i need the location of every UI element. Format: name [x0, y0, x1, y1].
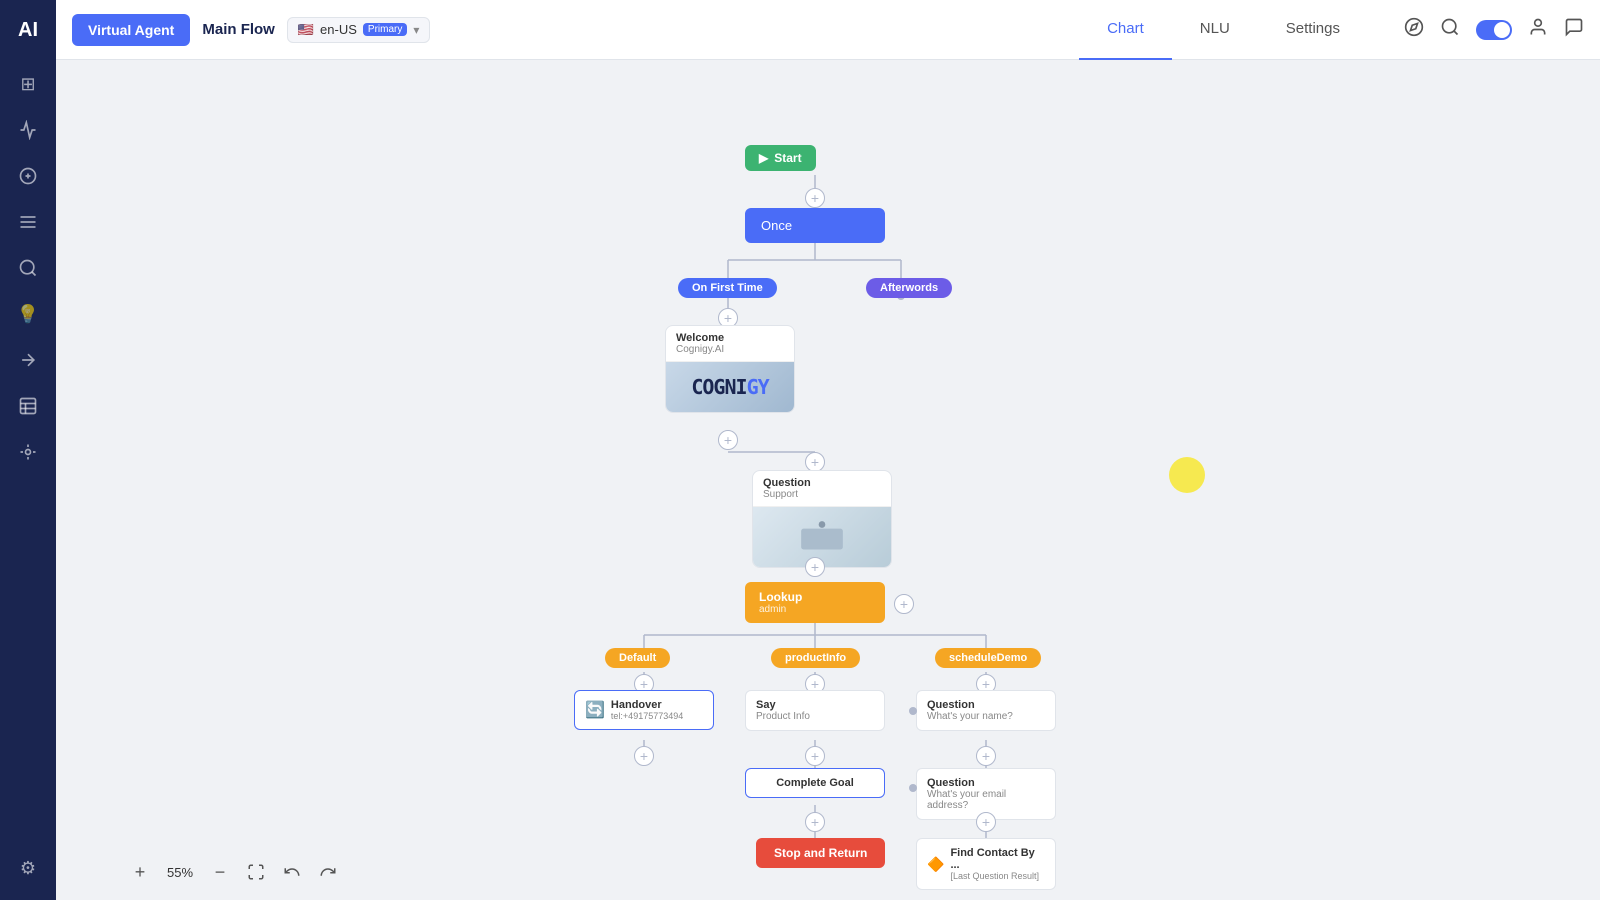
sidebar-item-flows[interactable] — [8, 110, 48, 150]
on-first-time-pill[interactable]: On First Time — [678, 278, 777, 298]
tab-nlu[interactable]: NLU — [1172, 0, 1258, 60]
stop-return-box[interactable]: Stop and Return — [756, 838, 885, 868]
question-name-node[interactable]: Question What's your name? — [916, 690, 1056, 731]
start-node[interactable]: ▶ Start — [745, 145, 816, 171]
plus-right-lookup[interactable]: + — [894, 594, 914, 614]
say-subtitle: Product Info — [756, 711, 874, 722]
handover-subtitle: tel:+49175773494 — [611, 711, 683, 721]
complete-goal-title: Complete Goal — [756, 777, 874, 789]
chart-canvas[interactable]: ▶ Start + Once On First Time Afterwords … — [56, 60, 1600, 900]
handover-text: Handover tel:+49175773494 — [611, 699, 683, 721]
find-contact-node[interactable]: 🔶 Find Contact By ... [Last Question Res… — [916, 838, 1056, 890]
sidebar-item-list[interactable] — [8, 202, 48, 242]
sidebar-item-logs[interactable] — [8, 386, 48, 426]
find-contact-subtitle: [Last Question Result] — [950, 871, 1045, 881]
sidebar-item-knowledge[interactable]: 💡 — [8, 294, 48, 334]
find-contact-title: Find Contact By ... — [950, 847, 1045, 871]
say-title: Say — [756, 699, 874, 711]
welcome-header: Welcome Cognigy.AI — [666, 326, 794, 362]
question-name-title: Question — [927, 699, 1045, 711]
sidebar-item-handover[interactable] — [8, 340, 48, 380]
toggle-switch[interactable] — [1476, 20, 1512, 40]
search-icon[interactable] — [1440, 17, 1460, 42]
plus-after-question-email[interactable]: + — [976, 812, 996, 832]
sidebar-item-nlu[interactable] — [8, 156, 48, 196]
plus-after-complete-goal[interactable]: + — [805, 812, 825, 832]
language-badge: Primary — [363, 23, 407, 36]
question-support-node[interactable]: Question Support — [752, 470, 892, 568]
language-selector[interactable]: 🇺🇸 en-US Primary ▾ — [287, 17, 431, 43]
lookup-node[interactable]: Lookup admin — [745, 582, 885, 623]
chevron-down-icon: ▾ — [413, 23, 419, 37]
lookup-subtitle: admin — [759, 604, 871, 615]
chat-icon[interactable] — [1564, 17, 1584, 42]
welcome-subtitle: Cognigy.AI — [676, 344, 784, 355]
main-content: Virtual Agent Main Flow 🇺🇸 en-US Primary… — [56, 0, 1600, 900]
product-info-pill[interactable]: productInfo — [771, 648, 860, 668]
question-support-header: Question Support — [753, 471, 891, 507]
undo-button[interactable] — [278, 858, 306, 886]
handover-icon: 🔄 — [585, 700, 605, 720]
play-icon: ▶ — [759, 151, 768, 165]
handover-node[interactable]: 🔄 Handover tel:+49175773494 — [574, 690, 714, 730]
find-contact-text: Find Contact By ... [Last Question Resul… — [950, 847, 1045, 881]
header-nav: Chart NLU Settings — [1079, 0, 1368, 60]
sidebar: AI ⊞ 💡 ⚙ — [0, 0, 56, 900]
virtual-agent-button[interactable]: Virtual Agent — [72, 14, 190, 46]
welcome-node[interactable]: Welcome Cognigy.AI COGNIGY — [665, 325, 795, 413]
find-contact-icon: 🔶 — [927, 856, 944, 873]
plus-after-say[interactable]: + — [805, 746, 825, 766]
tab-chart[interactable]: Chart — [1079, 0, 1172, 60]
welcome-title: Welcome — [676, 332, 784, 344]
welcome-img: COGNIGY — [666, 362, 794, 412]
once-box[interactable]: Once — [745, 208, 885, 243]
sidebar-item-grid[interactable]: ⊞ — [8, 64, 48, 104]
zoom-level: 55% — [162, 865, 198, 880]
once-node[interactable]: Once — [745, 208, 885, 243]
plus-after-question[interactable]: + — [805, 557, 825, 577]
question-support-title: Question — [763, 477, 881, 489]
plus-after-handover[interactable]: + — [634, 746, 654, 766]
header: Virtual Agent Main Flow 🇺🇸 en-US Primary… — [56, 0, 1600, 60]
question-support-img — [753, 507, 891, 567]
plus-after-welcome[interactable]: + — [718, 430, 738, 450]
question-email-subtitle: What's your email address? — [927, 789, 1045, 811]
sidebar-item-analytics[interactable] — [8, 248, 48, 288]
bottom-toolbar: + 55% − — [126, 858, 342, 886]
start-box[interactable]: ▶ Start — [745, 145, 816, 171]
plus-before-question[interactable]: + — [805, 452, 825, 472]
afterwords-pill[interactable]: Afterwords — [866, 278, 952, 298]
header-icons — [1404, 17, 1584, 42]
tab-settings[interactable]: Settings — [1258, 0, 1368, 60]
question-email-title: Question — [927, 777, 1045, 789]
language-code: en-US — [320, 22, 357, 37]
default-pill[interactable]: Default — [605, 648, 670, 668]
conn-dot-question-name — [909, 707, 917, 715]
start-label: Start — [774, 151, 801, 165]
redo-button[interactable] — [314, 858, 342, 886]
plus-after-start[interactable]: + — [805, 188, 825, 208]
stop-return-node[interactable]: Stop and Return — [756, 838, 885, 868]
zoom-out-button[interactable]: − — [206, 858, 234, 886]
logo: AI — [10, 12, 46, 48]
zoom-in-button[interactable]: + — [126, 858, 154, 886]
conn-dot-question-email — [909, 784, 917, 792]
user-icon[interactable] — [1528, 17, 1548, 42]
sidebar-item-connections[interactable] — [8, 432, 48, 472]
sidebar-item-settings[interactable]: ⚙ — [8, 848, 48, 888]
plus-after-question-name[interactable]: + — [976, 746, 996, 766]
question-name-subtitle: What's your name? — [927, 711, 1045, 722]
flow-name: Main Flow — [202, 21, 275, 38]
fit-screen-button[interactable] — [242, 858, 270, 886]
cursor-indicator — [1169, 457, 1205, 493]
lookup-title: Lookup — [759, 590, 871, 604]
schedule-demo-pill[interactable]: scheduleDemo — [935, 648, 1041, 668]
complete-goal-node[interactable]: Complete Goal — [745, 768, 885, 798]
say-node[interactable]: Say Product Info — [745, 690, 885, 731]
question-support-subtitle: Support — [763, 489, 881, 500]
compass-icon[interactable] — [1404, 17, 1424, 42]
flag-icon: 🇺🇸 — [298, 22, 314, 38]
handover-title: Handover — [611, 699, 683, 711]
